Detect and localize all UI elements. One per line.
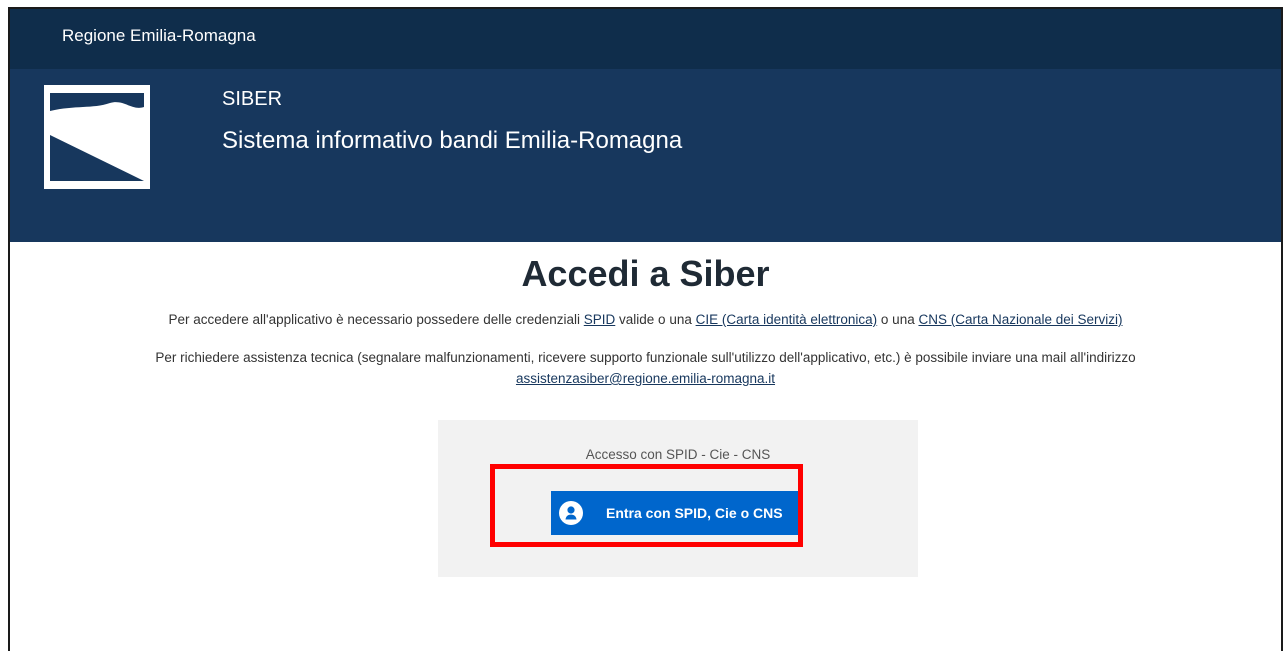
support-info-text: Per richiedere assistenza tecnica (segna… (155, 350, 1136, 365)
app-subtitle: Sistema informativo bandi Emilia-Romagna (222, 127, 683, 154)
region-logo-icon[interactable] (44, 85, 150, 189)
browser-frame: Regione Emilia-Romagna SIBER Sistema inf… (8, 7, 1283, 651)
cns-link[interactable]: CNS (Carta Nazionale dei Servizi) (918, 312, 1122, 327)
spid-link[interactable]: SPID (584, 312, 616, 327)
cie-link[interactable]: CIE (Carta identità elettronica) (696, 312, 878, 327)
region-name[interactable]: Regione Emilia-Romagna (62, 26, 256, 46)
login-box: Accesso con SPID - Cie - CNS Entra con S… (438, 420, 918, 577)
slim-header: Regione Emilia-Romagna (10, 9, 1281, 69)
user-icon (559, 501, 583, 525)
support-email-link[interactable]: assistenzasiber@regione.emilia-romagna.i… (516, 371, 775, 386)
spid-login-button-label: Entra con SPID, Cie o CNS (606, 505, 783, 521)
login-caption: Accesso con SPID - Cie - CNS (585, 447, 771, 462)
main-content: Accedi a Siber Per accedere all'applicat… (10, 242, 1281, 651)
support-info: Per richiedere assistenza tecnica (segna… (10, 347, 1281, 389)
access-info: Per accedere all'applicativo è necessari… (10, 312, 1281, 327)
access-info-prefix: Per accedere all'applicativo è necessari… (168, 312, 584, 327)
center-header: SIBER Sistema informativo bandi Emilia-R… (10, 69, 1281, 242)
access-info-mid2: o una (877, 312, 919, 327)
spid-login-button[interactable]: Entra con SPID, Cie o CNS (551, 491, 800, 535)
app-title: SIBER (222, 88, 283, 110)
access-info-mid1: valide o una (615, 312, 696, 327)
page-title: Accedi a Siber (521, 253, 770, 294)
